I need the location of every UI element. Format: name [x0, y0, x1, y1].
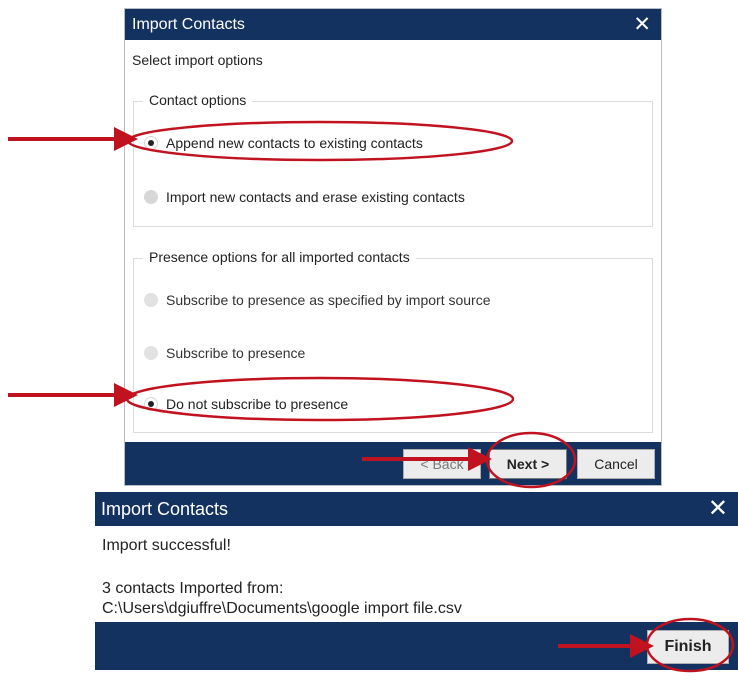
presence-options-legend: Presence options for all imported contac…	[143, 249, 416, 265]
radio-label: Import new contacts and erase existing c…	[166, 189, 465, 205]
radio-selected-icon[interactable]	[144, 397, 158, 411]
import-count: 3 contacts Imported from:	[102, 580, 284, 597]
cancel-button[interactable]: Cancel	[577, 449, 655, 479]
radio-unselected-icon[interactable]	[144, 293, 158, 307]
radio-unselected-icon[interactable]	[144, 190, 158, 204]
dialog-title: Import Contacts	[132, 15, 245, 33]
next-button[interactable]: Next >	[489, 449, 567, 479]
dialog-footer: Finish	[95, 622, 738, 670]
radio-label: Subscribe to presence as specified by im…	[166, 292, 491, 308]
radio-label: Append new contacts to existing contacts	[166, 135, 423, 151]
dialog-titlebar: Import Contacts ✕	[125, 9, 661, 40]
import-result-dialog: Import Contacts ✕ Import successful! 3 c…	[95, 492, 738, 688]
radio-append-contacts[interactable]: Append new contacts to existing contacts	[144, 135, 423, 151]
dialog-titlebar: Import Contacts ✕	[95, 492, 738, 526]
finish-button[interactable]: Finish	[647, 630, 729, 664]
back-button[interactable]: < Back	[403, 449, 481, 479]
radio-do-not-subscribe[interactable]: Do not subscribe to presence	[144, 396, 348, 412]
radio-label: Subscribe to presence	[166, 345, 306, 361]
import-file-path: C:\Users\dgiuffre\Documents\google impor…	[102, 600, 462, 617]
dialog-subtitle: Select import options	[132, 52, 263, 68]
success-message: Import successful!	[102, 537, 231, 554]
radio-selected-icon[interactable]	[144, 136, 158, 150]
import-options-dialog: Import Contacts ✕ Select import options …	[124, 8, 662, 486]
radio-subscribe[interactable]: Subscribe to presence	[144, 345, 305, 361]
close-icon[interactable]: ✕	[708, 497, 728, 521]
contact-options-group: Contact options Append new contacts to e…	[133, 92, 653, 227]
radio-subscribe-as-source[interactable]: Subscribe to presence as specified by im…	[144, 292, 491, 308]
presence-options-group: Presence options for all imported contac…	[133, 249, 653, 433]
close-icon[interactable]: ✕	[633, 14, 651, 35]
contact-options-legend: Contact options	[143, 92, 253, 108]
radio-label: Do not subscribe to presence	[166, 396, 349, 412]
radio-unselected-icon[interactable]	[144, 346, 158, 360]
dialog-title: Import Contacts	[101, 498, 229, 519]
dialog-footer: < Back Next > Cancel	[125, 442, 661, 485]
radio-erase-contacts[interactable]: Import new contacts and erase existing c…	[144, 189, 465, 205]
